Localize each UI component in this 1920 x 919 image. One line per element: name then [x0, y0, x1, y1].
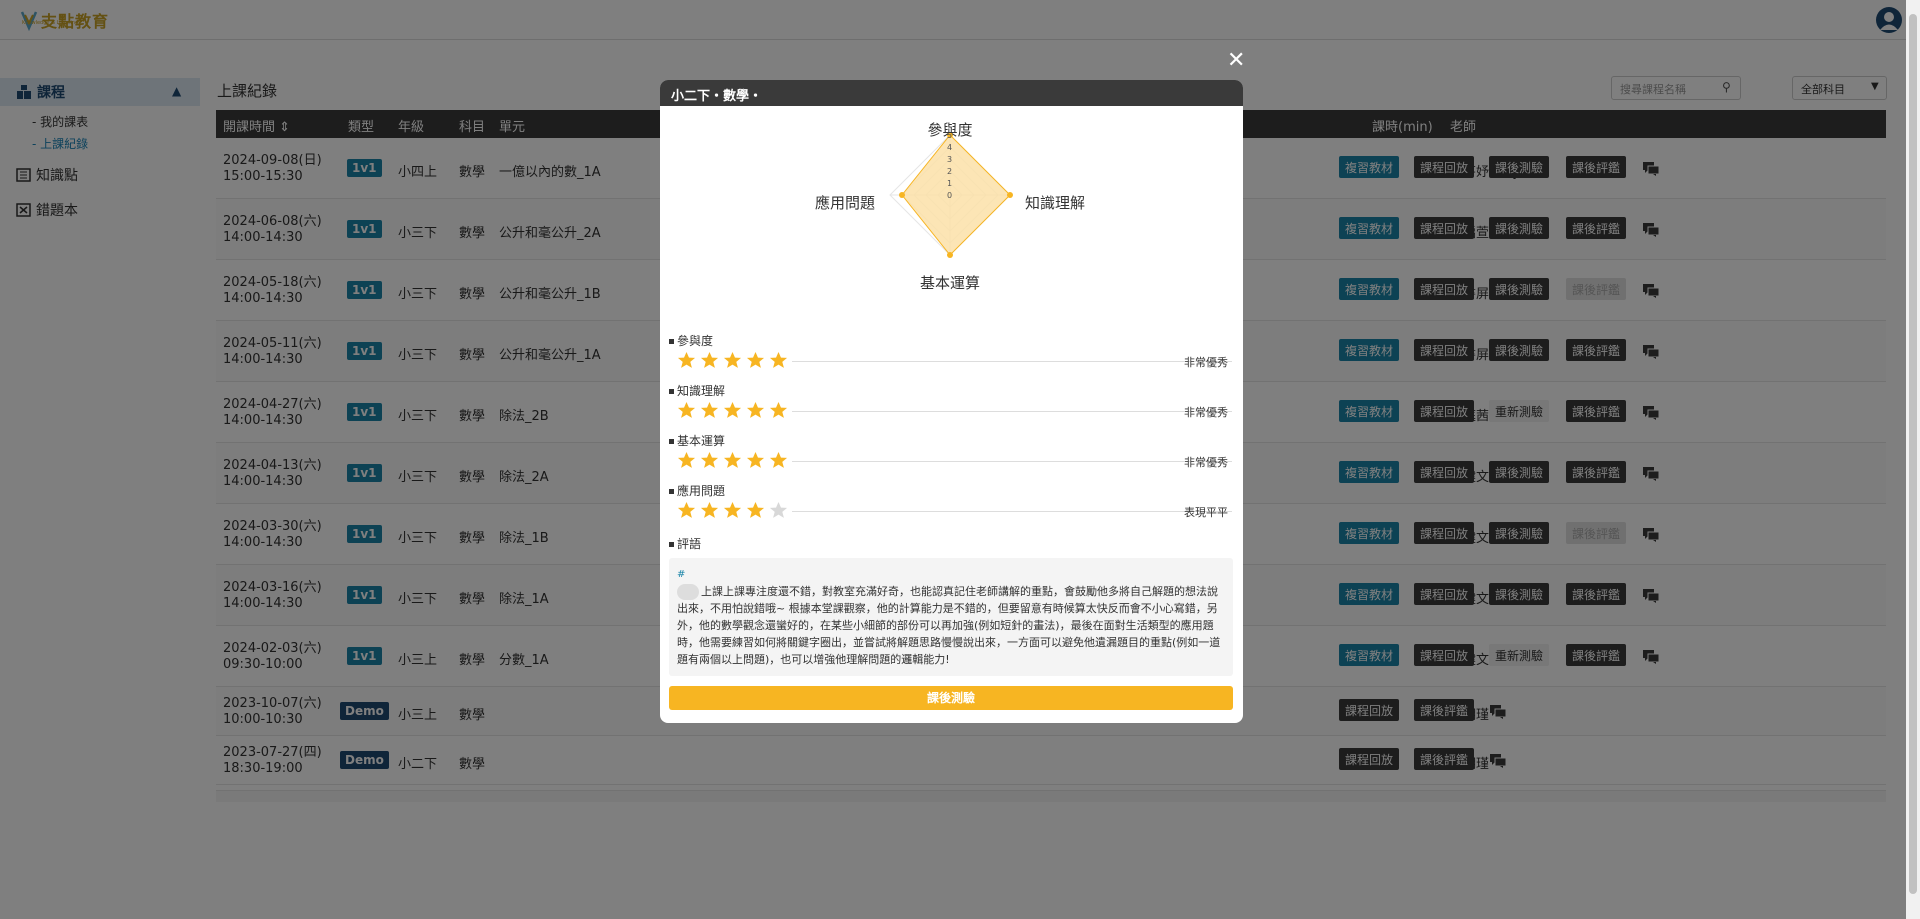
radar-label-top: 參與度: [927, 121, 972, 139]
star-filled-icon: [700, 401, 719, 418]
radar-label-bottom: 基本運算: [920, 274, 980, 292]
star-filled-icon: [723, 351, 742, 368]
radar-tick-label: 1: [947, 179, 952, 188]
divider: [792, 511, 1232, 512]
divider: [792, 361, 1232, 362]
close-icon[interactable]: ✕: [1227, 50, 1245, 72]
star-filled-icon: [723, 501, 742, 518]
radar-chart: 543210 參與度 知識理解 基本運算 應用問題: [815, 121, 1085, 292]
comment-hash: #: [677, 569, 686, 580]
star-filled-icon: [769, 351, 788, 368]
star-rating: [677, 401, 788, 420]
star-rating: [677, 351, 788, 370]
criterion-label: 應用問題: [669, 482, 725, 499]
star-filled-icon: [700, 501, 719, 518]
star-filled-icon: [700, 451, 719, 468]
radar-point: [899, 192, 905, 198]
star-filled-icon: [746, 451, 765, 468]
modal-title: 小二下・數學・: [660, 80, 1243, 106]
rating-text: 非常優秀: [1184, 406, 1228, 419]
radar-area: [901, 134, 1011, 256]
comment-heading: 評語: [669, 535, 701, 552]
star-filled-icon: [677, 401, 696, 418]
scrollbar-thumb[interactable]: [1909, 14, 1917, 894]
star-filled-icon: [700, 351, 719, 368]
radar-tick-label: 2: [947, 167, 952, 176]
radar-point: [1007, 192, 1013, 198]
star-filled-icon: [677, 451, 696, 468]
rating-text: 非常優秀: [1184, 356, 1228, 369]
star-filled-icon: [723, 401, 742, 418]
radar-label-left: 應用問題: [815, 194, 875, 212]
star-rating: [677, 501, 788, 520]
divider: [792, 461, 1232, 462]
post-class-quiz-button[interactable]: 課後測驗: [669, 686, 1233, 710]
comment-box: # 上課上課專注度還不錯，對教室充滿好奇，也能認真記住老師講解的重點，會鼓勵他多…: [669, 558, 1233, 676]
star-filled-icon: [677, 351, 696, 368]
rating-text: 表現平平: [1184, 506, 1228, 519]
star-filled-icon: [746, 501, 765, 518]
divider: [792, 411, 1232, 412]
star-filled-icon: [677, 501, 696, 518]
radar-tick-label: 0: [947, 191, 952, 200]
rating-text: 非常優秀: [1184, 456, 1228, 469]
star-filled-icon: [769, 451, 788, 468]
evaluation-modal: 小二下・數學・ 543210 參與度 知識理解 基本運算 應用問題 參與度 非常優…: [660, 80, 1243, 723]
star-filled-icon: [769, 401, 788, 418]
star-filled-icon: [746, 351, 765, 368]
comment-text: 上課上課專注度還不錯，對教室充滿好奇，也能認真記住老師講解的重點，會鼓勵他多將自…: [677, 585, 1221, 666]
criterion-label: 基本運算: [669, 432, 725, 449]
page-scrollbar[interactable]: [1906, 0, 1920, 919]
radar-tick-label: 4: [947, 143, 952, 152]
avatar: [677, 584, 699, 600]
radar-label-right: 知識理解: [1025, 194, 1085, 212]
radar-tick-label: 3: [947, 155, 952, 164]
star-filled-icon: [723, 451, 742, 468]
star-rating: [677, 451, 788, 470]
star-filled-icon: [746, 401, 765, 418]
radar-point: [947, 252, 953, 258]
criterion-label: 知識理解: [669, 382, 725, 399]
star-empty-icon: [769, 501, 788, 518]
criterion-label: 參與度: [669, 332, 713, 349]
